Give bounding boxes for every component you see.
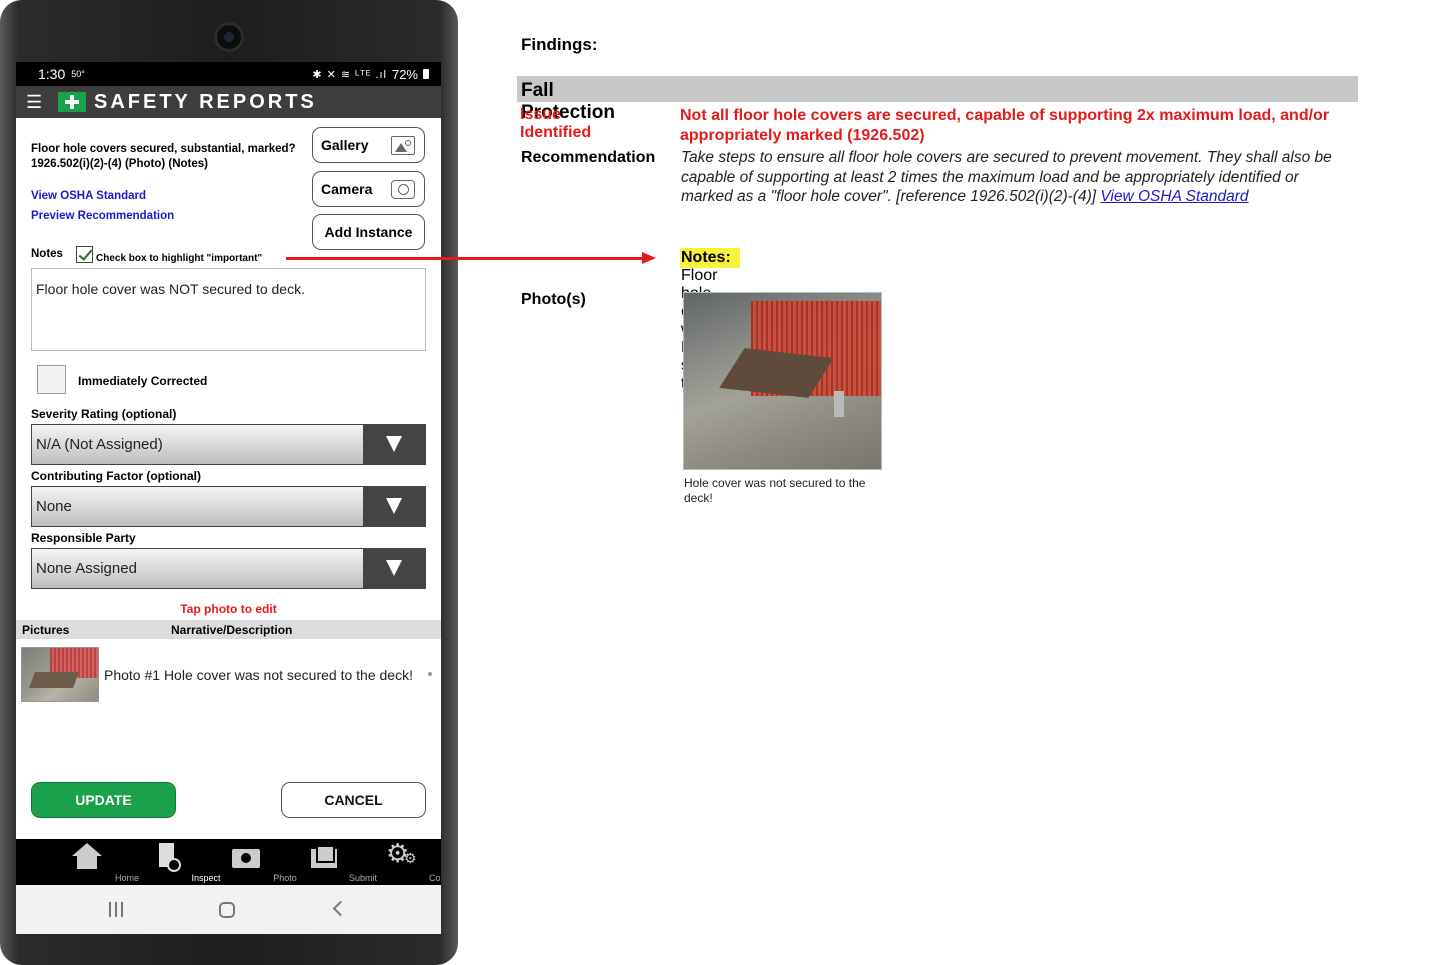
update-button[interactable]: UPDATE [31,782,176,818]
status-time: 1:30 [38,66,66,82]
add-instance-button[interactable]: Add Instance [312,214,425,250]
immediately-corrected-label: Immediately Corrected [78,374,208,388]
dropdown-arrow-icon [363,487,425,526]
severity-label: Severity Rating (optional) [31,407,177,421]
responsible-party-select[interactable]: None Assigned [31,548,426,589]
app-header: ☰ SAFETY REPORTS [16,86,441,118]
important-hint: Check box to highlight "important" [96,253,263,264]
report-photo [683,292,882,470]
gallery-button-label: Gallery [321,137,369,153]
issue-label: Issue Identified [520,106,592,141]
report-notes-label: Notes: [681,249,731,266]
add-instance-button-label: Add Instance [324,224,413,240]
section-bar [517,76,1358,102]
phone-frame: 1:30 50° ✱ ✕ ≋ ᴸᵀᴱ .ıl 72% ☰ SAFETY REPO… [0,0,458,965]
first-aid-cross-icon [58,92,86,112]
tap-photo-hint: Tap photo to edit [180,602,277,616]
severity-value: N/A (Not Assigned) [36,436,163,453]
bottom-navigation: Home Inspect Photo Submit Config [16,839,441,885]
notes-textarea[interactable]: Floor hole cover was NOT secured to deck… [31,268,426,351]
question-text: Floor hole covers secured, substantial, … [31,143,296,170]
dropdown-arrow-icon [363,549,425,588]
nav-config[interactable]: Config [362,839,441,885]
nav-inspect[interactable]: Inspect [126,839,221,885]
camera-button[interactable]: Camera [312,171,425,207]
camera-icon [229,843,261,871]
home-button-icon[interactable] [219,902,235,918]
battery-icon [423,69,429,79]
pictures-column-header: Pictures [22,623,70,637]
recommendation-text: Take steps to ensure all floor hole cove… [681,148,1341,207]
callout-arrow-head [642,252,656,264]
photo-thumbnail[interactable] [21,647,99,702]
photos-label: Photo(s) [521,291,586,308]
immediately-corrected-checkbox[interactable] [37,365,66,394]
rail-post [834,391,844,417]
nav-photo[interactable]: Photo [205,839,297,885]
scroll-indicator [428,672,432,676]
status-temperature: 50° [71,69,85,79]
findings-heading: Findings: [521,35,598,54]
hamburger-icon[interactable]: ☰ [26,92,46,113]
status-icons: ✱ ✕ ≋ ᴸᵀᴱ .ıl [312,68,387,81]
app-title: SAFETY REPORTS [94,90,317,113]
image-icon [391,136,415,155]
notes-label: Notes [31,248,63,260]
report-notes-highlight: Notes: Floor hole cover was NOT secured … [680,248,740,392]
report-view-osha-link[interactable]: View OSHA Standard [1100,188,1248,205]
nav-submit[interactable]: Submit [283,839,377,885]
recommendation-label: Recommendation [521,149,656,166]
photo-description: Photo #1 Hole cover was not secured to t… [104,667,413,683]
responsible-party-label: Responsible Party [31,531,136,545]
gears-icon [386,839,418,871]
preview-recommendation-link[interactable]: Preview Recommendation [31,210,174,222]
nav-config-label: Config [428,873,441,883]
contributing-factor-value: None [36,498,72,515]
battery-level: 72% [391,66,418,82]
responsible-party-value: None Assigned [36,560,137,577]
camera-icon [391,180,415,199]
important-checkbox[interactable] [76,246,93,263]
front-camera [214,22,244,52]
nav-home[interactable]: Home [47,839,139,885]
recent-apps-icon[interactable] [109,902,125,917]
narrative-column-header: Narrative/Description [171,623,293,637]
contributing-factor-label: Contributing Factor (optional) [31,469,201,483]
severity-select[interactable]: N/A (Not Assigned) [31,424,426,465]
contributing-factor-select[interactable]: None [31,486,426,527]
photo-caption: Hole cover was not secured to the deck! [684,476,866,505]
camera-button-label: Camera [321,181,373,197]
cancel-button[interactable]: CANCEL [281,782,426,818]
gallery-button[interactable]: Gallery [312,127,425,163]
mail-icon [307,843,339,871]
issue-text: Not all floor hole covers are secured, c… [680,107,1330,144]
pictures-table-header: Pictures Narrative/Description [16,620,441,639]
home-icon [71,843,103,871]
status-bar: 1:30 50° ✱ ✕ ≋ ᴸᵀᴱ .ıl 72% [16,62,441,86]
system-navigation-bar [16,885,441,934]
callout-arrow-line [286,257,644,260]
app-screen: 1:30 50° ✱ ✕ ≋ ᴸᵀᴱ .ıl 72% ☰ SAFETY REPO… [16,62,441,934]
table-row[interactable]: Photo #1 Hole cover was not secured to t… [16,646,441,704]
back-icon[interactable] [332,900,349,917]
clipboard-check-icon [150,843,182,872]
dropdown-arrow-icon [363,425,425,464]
view-osha-standard-link[interactable]: View OSHA Standard [31,190,146,202]
